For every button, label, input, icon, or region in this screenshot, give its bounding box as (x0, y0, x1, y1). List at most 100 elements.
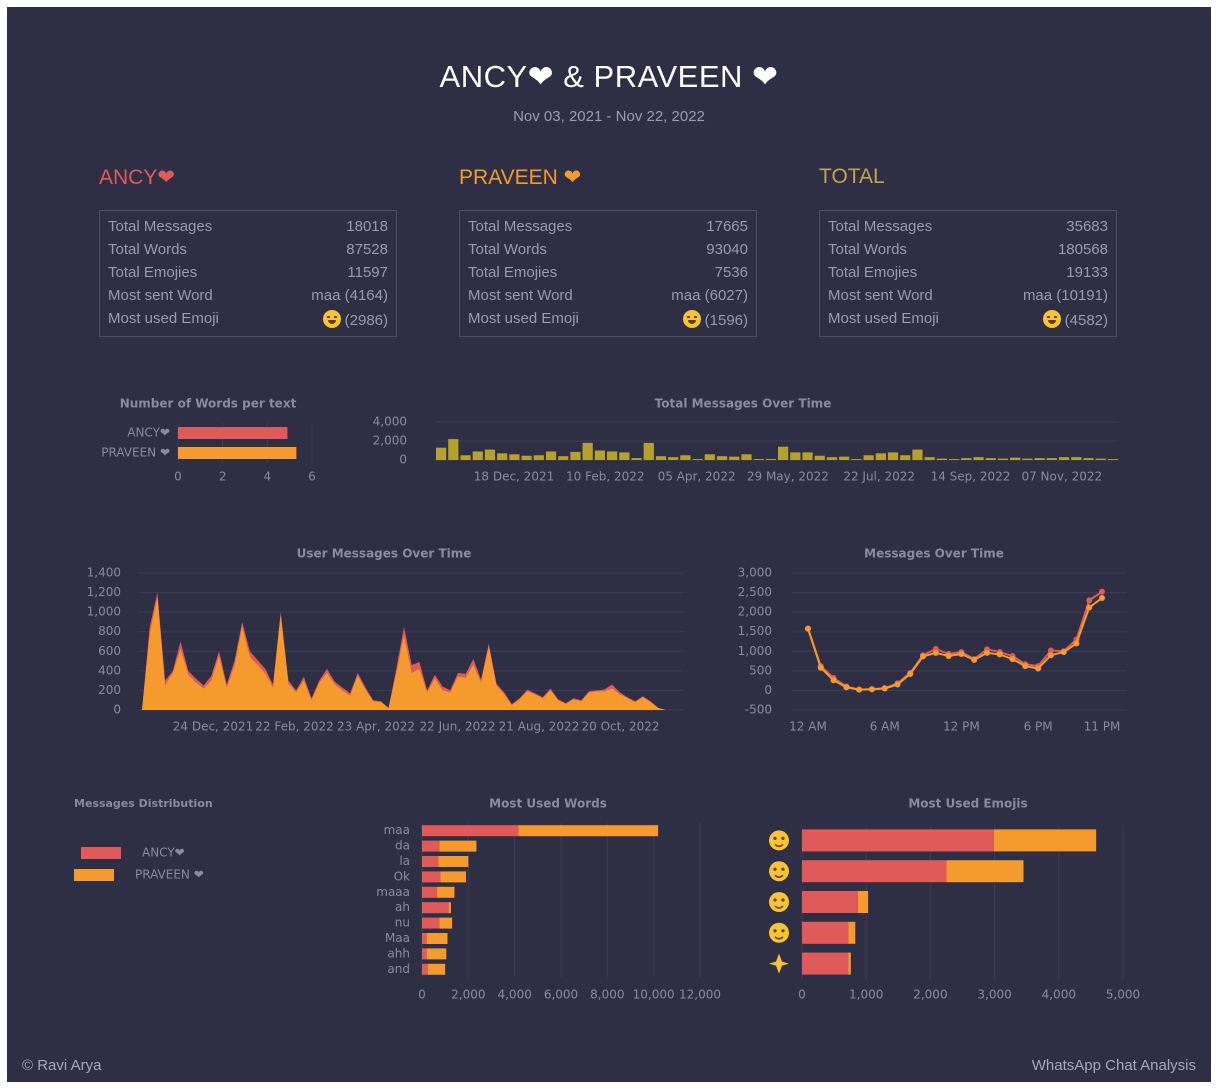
x-tick-label: 10,000 (633, 988, 675, 1002)
data-point (830, 677, 837, 684)
legend-label: PRAVEEN ❤ (135, 868, 204, 882)
data-point (920, 653, 927, 660)
x-tick-label: 21 Aug, 2022 (499, 720, 580, 734)
x-tick-label: 11 PM (1084, 720, 1121, 734)
x-tick-label: 29 May, 2022 (747, 470, 829, 484)
bar (509, 454, 520, 460)
footer-app-name: WhatsApp Chat Analysis (1031, 1057, 1196, 1074)
emoji-eye (773, 867, 777, 871)
bar (1107, 459, 1118, 460)
chart-title: Most Used Words (489, 797, 607, 811)
y-tick-label: 600 (98, 644, 121, 658)
x-tick-label: 14 Sep, 2022 (931, 470, 1011, 484)
bar (178, 427, 288, 439)
data-point (1060, 649, 1067, 656)
x-tick-label: 18 Dec, 2021 (474, 470, 554, 484)
data-point (843, 684, 850, 691)
bar (1058, 457, 1070, 460)
x-tick-label: 3,000 (977, 988, 1011, 1002)
bar (1046, 458, 1057, 460)
bar (848, 921, 856, 944)
data-point (1035, 665, 1042, 672)
x-tick-label: 6 (308, 470, 316, 484)
x-tick-label: 12 AM (789, 720, 827, 734)
x-tick-label: 22 Jul, 2022 (843, 470, 915, 484)
bar (426, 948, 447, 960)
data-point (1086, 597, 1093, 604)
emoji-eye (781, 867, 785, 871)
x-tick-label: 22 Jun, 2022 (419, 720, 495, 734)
bar (422, 933, 427, 944)
bar (716, 456, 728, 460)
bar (426, 933, 448, 944)
y-tick-label: 800 (98, 624, 121, 638)
bar (839, 456, 850, 460)
bar (802, 860, 947, 883)
data-point (1022, 663, 1029, 670)
chart-title: User Messages Over Time (297, 547, 472, 561)
x-tick-label: 24 Dec, 2021 (173, 720, 253, 734)
bar (619, 452, 630, 460)
y-tick-label: 1,000 (738, 644, 772, 658)
bar (887, 452, 899, 460)
bar (729, 456, 740, 460)
y-tick-label: 200 (98, 683, 121, 697)
x-tick-label: 23 Apr, 2022 (337, 720, 415, 734)
bar (437, 886, 455, 898)
emoji-eye (781, 836, 785, 841)
data-point (996, 651, 1003, 658)
bar (178, 447, 297, 459)
y-tick-label: 2,000 (738, 605, 772, 619)
emoji-eye (781, 898, 785, 902)
y-tick-label: 1,200 (87, 585, 121, 599)
bar (802, 952, 849, 975)
data-point (1099, 595, 1105, 602)
y-tick-label: da (395, 839, 410, 853)
chart-title: Total Messages Over Time (655, 397, 832, 411)
data-point (868, 686, 875, 693)
bar (422, 902, 449, 914)
bar (436, 447, 447, 460)
y-tick-label: ANCY❤ (127, 426, 170, 440)
x-tick-label: 6,000 (544, 988, 578, 1002)
bar (427, 963, 446, 975)
bar (680, 455, 691, 460)
bar (973, 457, 984, 460)
bar (1034, 458, 1045, 460)
bar (848, 952, 851, 975)
bar (440, 871, 467, 883)
y-tick-label: ah (395, 900, 410, 914)
y-tick-label: Maa (385, 931, 410, 945)
bar (439, 917, 453, 929)
data-point (958, 651, 965, 658)
bar (753, 459, 764, 460)
x-tick-label: 1,000 (849, 988, 883, 1002)
data-point (817, 664, 824, 671)
y-tick-label: 2,500 (738, 585, 772, 599)
data-point (881, 685, 888, 692)
data-point (1047, 652, 1054, 659)
bar (631, 458, 642, 460)
bar (422, 856, 439, 867)
bar (558, 456, 569, 460)
bar (814, 455, 825, 460)
y-tick-label: maaa (376, 885, 410, 899)
y-tick-label: la (399, 854, 410, 868)
bar (875, 453, 886, 460)
line-series (807, 590, 1103, 691)
chart-title: Messages Distribution (74, 797, 213, 810)
x-tick-label: 0 (418, 988, 426, 1002)
x-tick-label: 12,000 (679, 988, 721, 1002)
y-tick-label: and (387, 962, 410, 976)
bar (497, 453, 508, 460)
bar (1010, 457, 1021, 460)
y-tick-label: 4,000 (373, 415, 407, 429)
bar (924, 457, 935, 460)
bar (439, 840, 477, 852)
bar (533, 455, 544, 460)
bar (545, 451, 557, 460)
charts-canvas: Number of Words per text 0 2 4 6 ANCY❤ PRAVEEN… (74, 397, 1140, 1002)
data-point (805, 625, 811, 632)
bar (949, 459, 960, 460)
bar (802, 921, 849, 944)
